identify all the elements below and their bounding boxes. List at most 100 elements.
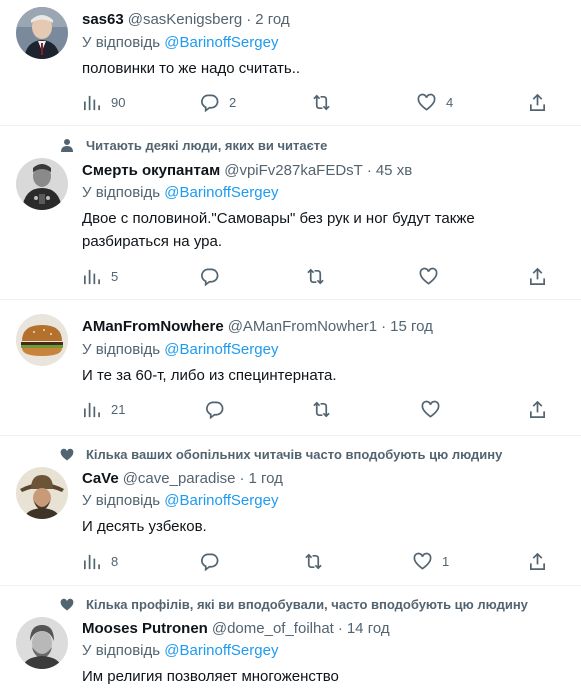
person-icon: [52, 138, 82, 152]
reply-button[interactable]: 2: [200, 92, 236, 112]
timestamp[interactable]: 14 год: [347, 620, 390, 637]
reply-button[interactable]: [205, 399, 234, 419]
replying-to: У відповідь @BarinoffSergey: [82, 184, 278, 201]
tweet[interactable]: Кілька профілів, які ви вподобували, час…: [0, 586, 581, 693]
separator-dot: ·: [239, 469, 245, 487]
author-name[interactable]: Смерть окупантам: [82, 162, 220, 179]
reply-icon: [201, 268, 219, 286]
mention-link[interactable]: @BarinoffSergey: [164, 184, 278, 201]
author-handle[interactable]: @dome_of_foilhat: [212, 620, 334, 637]
separator-dot: ·: [337, 619, 343, 637]
replying-to-label: У відповідь: [82, 642, 161, 659]
views-button[interactable]: 5: [82, 266, 118, 286]
heart-icon: [413, 552, 432, 570]
retweet-icon: [313, 401, 330, 417]
author-name[interactable]: Mooses Putronen: [82, 620, 208, 637]
retweet-button[interactable]: [306, 266, 335, 286]
timestamp[interactable]: 15 год: [390, 318, 433, 335]
social-context-text: Кілька ваших обопільних читачів часто вп…: [86, 446, 503, 462]
timestamp[interactable]: 45 хв: [376, 162, 412, 179]
avatar[interactable]: [16, 314, 68, 366]
replying-to-label: У відповідь: [82, 34, 161, 51]
social-context: Кілька ваших обопільних читачів часто вп…: [52, 445, 502, 463]
heart-icon: [419, 267, 438, 285]
author-name[interactable]: CaVe: [82, 470, 119, 487]
replying-to: У відповідь @BarinoffSergey: [82, 492, 278, 509]
retweet-icon: [305, 553, 322, 569]
reply-icon: [201, 553, 219, 571]
tweet[interactable]: Читають деякі люди, яких ви читаєте Смер…: [0, 126, 581, 300]
avatar-image: [16, 467, 68, 519]
heart-icon: [52, 598, 82, 611]
share-icon: [529, 400, 546, 418]
replying-to: У відповідь @BarinoffSergey: [82, 642, 278, 659]
timestamp[interactable]: 2 год: [255, 11, 289, 28]
reply-count: 2: [229, 94, 237, 110]
tweet[interactable]: sas63 @sasKenigsberg · 2 год У відповідь…: [0, 0, 581, 126]
reply-button[interactable]: [200, 551, 229, 571]
separator-dot: ·: [381, 317, 387, 335]
tweet-text: И те за 60-т, либо из специнтерната.: [82, 367, 337, 384]
tweet-text: Им религия позволяет многоженство: [82, 668, 339, 685]
avatar[interactable]: [16, 158, 68, 210]
tweet-text: И десять узбеков.: [82, 518, 207, 535]
tweet-text: половинки то же надо считать..: [82, 60, 301, 77]
tweet[interactable]: Кілька ваших обопільних читачів часто вп…: [0, 436, 581, 586]
reply-button[interactable]: [200, 266, 229, 286]
avatar-image: [16, 617, 68, 669]
like-button[interactable]: [421, 399, 450, 419]
views-icon: [83, 95, 100, 110]
heart-icon: [421, 400, 440, 418]
views-count: 5: [111, 268, 119, 284]
avatar[interactable]: [16, 7, 68, 59]
retweet-icon: [307, 268, 324, 284]
views-count: 21: [111, 401, 126, 417]
action-bar: 90 2 4: [82, 92, 552, 112]
views-count: 90: [111, 94, 126, 110]
share-button[interactable]: [528, 92, 547, 112]
mention-link[interactable]: @BarinoffSergey: [164, 341, 278, 358]
reply-icon: [206, 401, 224, 419]
views-icon: [83, 402, 100, 417]
like-button[interactable]: 4: [417, 92, 453, 112]
retweet-button[interactable]: [304, 551, 333, 571]
author-handle[interactable]: @vpiFv287kaFEDsT: [224, 162, 363, 179]
avatar[interactable]: [16, 467, 68, 519]
retweet-button[interactable]: [312, 399, 341, 419]
social-context: Читають деякі люди, яких ви читаєте: [52, 136, 327, 154]
mention-link[interactable]: @BarinoffSergey: [164, 642, 278, 659]
social-context: Кілька профілів, які ви вподобували, час…: [52, 595, 528, 613]
share-icon: [529, 93, 546, 111]
separator-dot: ·: [246, 10, 252, 28]
timestamp[interactable]: 1 год: [249, 470, 283, 487]
mention-link[interactable]: @BarinoffSergey: [164, 34, 278, 51]
share-button[interactable]: [528, 551, 547, 571]
like-button[interactable]: 1: [413, 551, 449, 571]
share-button[interactable]: [528, 399, 547, 419]
retweet-button[interactable]: [312, 92, 341, 112]
like-button[interactable]: [419, 266, 448, 286]
social-context-text: Читають деякі люди, яких ви читаєте: [86, 137, 328, 153]
author-handle[interactable]: @AManFromNowher1: [228, 318, 377, 335]
avatar[interactable]: [16, 617, 68, 669]
tweet[interactable]: AManFromNowhere @AManFromNowher1 · 15 го…: [0, 300, 581, 436]
views-button[interactable]: 8: [82, 551, 118, 571]
heart-icon: [417, 93, 436, 111]
views-count: 8: [111, 553, 119, 569]
separator-dot: ·: [366, 161, 372, 179]
views-icon: [83, 269, 100, 284]
mention-link[interactable]: @BarinoffSergey: [164, 492, 278, 509]
views-button[interactable]: 90: [82, 92, 125, 112]
author-handle[interactable]: @cave_paradise: [123, 470, 236, 487]
share-button[interactable]: [528, 266, 547, 286]
avatar-image: [16, 158, 68, 210]
author-name[interactable]: sas63: [82, 11, 124, 28]
views-icon: [83, 554, 100, 569]
action-bar: 5: [82, 266, 552, 286]
author-name[interactable]: AManFromNowhere: [82, 318, 224, 335]
views-button[interactable]: 21: [82, 399, 125, 419]
author-handle[interactable]: @sasKenigsberg: [128, 11, 242, 28]
share-icon: [529, 267, 546, 285]
replying-to-label: У відповідь: [82, 341, 161, 358]
reply-icon: [201, 94, 219, 112]
